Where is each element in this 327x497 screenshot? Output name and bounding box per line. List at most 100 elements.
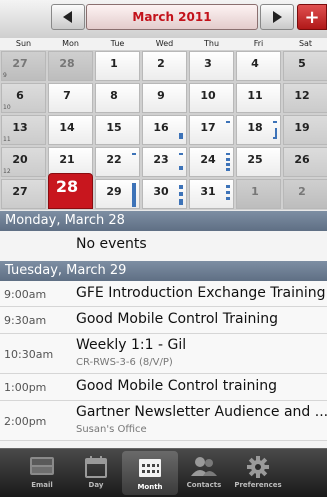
day-cell[interactable]: 12 [283, 83, 327, 113]
event-title: Good Mobile Control Training [76, 311, 278, 327]
weekday-label: Thu [203, 39, 220, 48]
day-cell[interactable]: 1 [95, 51, 140, 81]
no-events-label: No events [76, 236, 147, 252]
day-number: 3 [204, 57, 212, 70]
event-row[interactable]: 9:00am GFE Introduction Exchange Trainin… [0, 281, 327, 307]
day-number: 16 [153, 121, 169, 134]
event-time: 2:00pm [4, 415, 47, 428]
event-marker [226, 163, 230, 166]
day-number: 11 [247, 89, 263, 102]
day-cell[interactable]: 10 [189, 83, 234, 113]
day-number: 7 [63, 89, 71, 102]
day-cell[interactable]: 28 [48, 51, 93, 81]
event-row[interactable]: 2:00pm Gartner Newsletter Audience and .… [0, 401, 327, 441]
tab-contacts[interactable]: Contacts [176, 449, 232, 497]
event-row[interactable]: 9:30am Good Mobile Control Training [0, 307, 327, 334]
event-marker [273, 121, 277, 123]
previous-month-button[interactable] [51, 4, 85, 30]
event-row[interactable]: 1:00pm Good Mobile Control training [0, 374, 327, 401]
day-cell[interactable]: 3 [189, 51, 234, 81]
day-cell[interactable]: 17 [189, 115, 234, 145]
event-marker [226, 191, 230, 194]
event-marker [226, 185, 230, 188]
day-cell[interactable]: 2 [283, 179, 327, 209]
event-marker [226, 158, 230, 161]
day-cell[interactable]: 31 [189, 179, 234, 209]
day-cell[interactable]: 7 [48, 83, 93, 113]
tab-email[interactable]: Email [14, 449, 70, 497]
day-cell[interactable]: 24 [189, 147, 234, 177]
week-number: 9 [3, 72, 7, 79]
event-location: CR-RWS-3-6 (8/V/P) [76, 357, 173, 368]
day-number: 8 [110, 89, 118, 102]
month-grid: 27 9 28 1 2 3 4 5 6 10 7 8 9 10 11 12 13 11… [0, 50, 327, 210]
tab-month[interactable]: Month [122, 451, 178, 495]
day-cell[interactable]: 2 [142, 51, 187, 81]
tab-day[interactable]: Day [68, 449, 124, 497]
agenda-list[interactable]: Monday, March 28 No events Tuesday, Marc… [0, 211, 327, 448]
event-location: Susan's Office [76, 424, 147, 435]
triangle-right-icon [273, 11, 282, 23]
day-cell[interactable]: 30 [142, 179, 187, 209]
day-number: 5 [298, 57, 306, 70]
day-cell[interactable]: 6 10 [1, 83, 46, 113]
add-event-button[interactable]: + [297, 4, 327, 30]
day-cell[interactable]: 23 [142, 147, 187, 177]
week-number: 10 [3, 104, 11, 111]
tab-preferences[interactable]: Preferences [230, 449, 286, 497]
day-calendar-icon [85, 456, 107, 478]
good-email-icon [30, 457, 54, 475]
tab-label: Contacts [186, 481, 222, 489]
day-cell[interactable]: 27 9 [1, 51, 46, 81]
day-cell[interactable]: 4 [236, 51, 281, 81]
day-cell[interactable]: 13 11 [1, 115, 46, 145]
day-number: 12 [294, 89, 310, 102]
agenda-day-header: Monday, March 28 [0, 211, 327, 231]
day-cell[interactable]: 1 [236, 179, 281, 209]
event-row[interactable]: 10:30am Weekly 1:1 - Gil CR-RWS-3-6 (8/V… [0, 334, 327, 374]
day-number: 27 [12, 185, 28, 198]
day-cell[interactable]: 15 [95, 115, 140, 145]
day-cell[interactable]: 5 [283, 51, 327, 81]
next-month-button[interactable] [260, 4, 294, 30]
day-number: 19 [294, 121, 310, 134]
day-number: 2 [157, 57, 165, 70]
day-cell[interactable]: 8 [95, 83, 140, 113]
event-marker [179, 192, 183, 196]
bottom-tab-bar: Email Day Month Contacts Preferences [0, 448, 327, 497]
week-number: 12 [3, 168, 11, 175]
event-marker [179, 166, 183, 170]
triangle-left-icon [63, 11, 72, 23]
day-number: 30 [153, 185, 169, 198]
day-cell[interactable]: 19 [283, 115, 327, 145]
month-title: March 2011 [86, 4, 258, 30]
month-grid-icon [139, 459, 161, 477]
gear-icon [247, 456, 269, 478]
event-title: Good Mobile Control training [76, 378, 277, 394]
day-cell[interactable]: 16 [142, 115, 187, 145]
agenda-day-header: Tuesday, March 29 [0, 261, 327, 281]
day-cell[interactable]: 26 [283, 147, 327, 177]
day-number: 10 [200, 89, 216, 102]
event-marker [132, 183, 136, 207]
day-number: 22 [106, 153, 122, 166]
day-cell[interactable]: 29 [95, 179, 140, 209]
event-marker [226, 168, 230, 171]
day-cell[interactable]: 9 [142, 83, 187, 113]
day-cell[interactable]: 11 [236, 83, 281, 113]
day-cell[interactable]: 14 [48, 115, 93, 145]
day-number: 28 [59, 57, 75, 70]
day-cell[interactable]: 25 [236, 147, 281, 177]
event-time: 9:30am [4, 314, 47, 327]
day-cell[interactable]: 20 12 [1, 147, 46, 177]
event-time: 1:00pm [4, 381, 47, 394]
event-marker [179, 133, 183, 139]
day-cell-selected[interactable]: 28 [48, 173, 93, 209]
day-cell[interactable]: 18 [236, 115, 281, 145]
contacts-people-icon [191, 457, 217, 476]
day-number: 13 [12, 121, 28, 134]
day-cell[interactable]: 22 [95, 147, 140, 177]
day-cell[interactable]: 27 [1, 179, 46, 209]
day-number: 4 [251, 57, 259, 70]
event-marker [179, 185, 183, 189]
